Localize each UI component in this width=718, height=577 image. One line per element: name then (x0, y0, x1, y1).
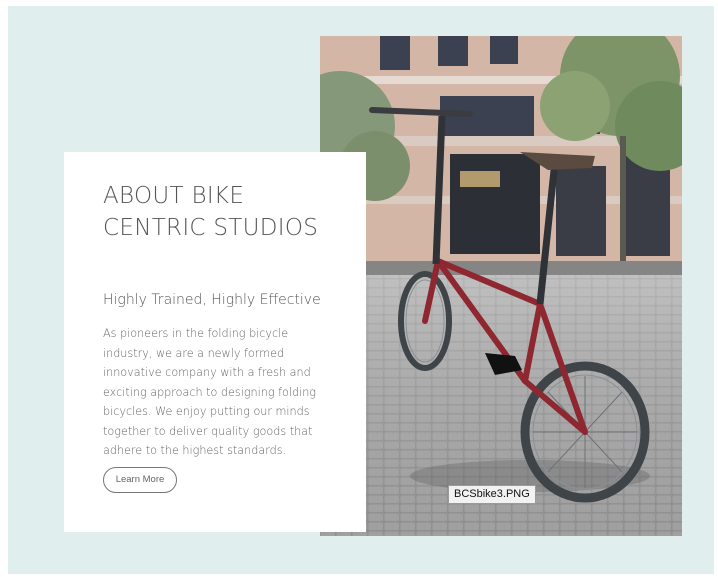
about-section: BCSbike3.PNG ABOUT BIKE CENTRIC STUDIOS … (8, 6, 714, 574)
image-filename-label: BCSbike3.PNG (448, 485, 536, 504)
about-card: ABOUT BIKE CENTRIC STUDIOS Highly Traine… (64, 152, 366, 532)
about-title: ABOUT BIKE CENTRIC STUDIOS (103, 183, 319, 241)
bike-photo (320, 36, 682, 536)
learn-more-button[interactable]: Learn More (103, 467, 177, 493)
bike-photo-illustration (320, 36, 682, 536)
about-subtitle: Highly Trained, Highly Effective (103, 292, 321, 308)
about-body-text: As pioneers in the folding bicycle indus… (103, 327, 317, 457)
